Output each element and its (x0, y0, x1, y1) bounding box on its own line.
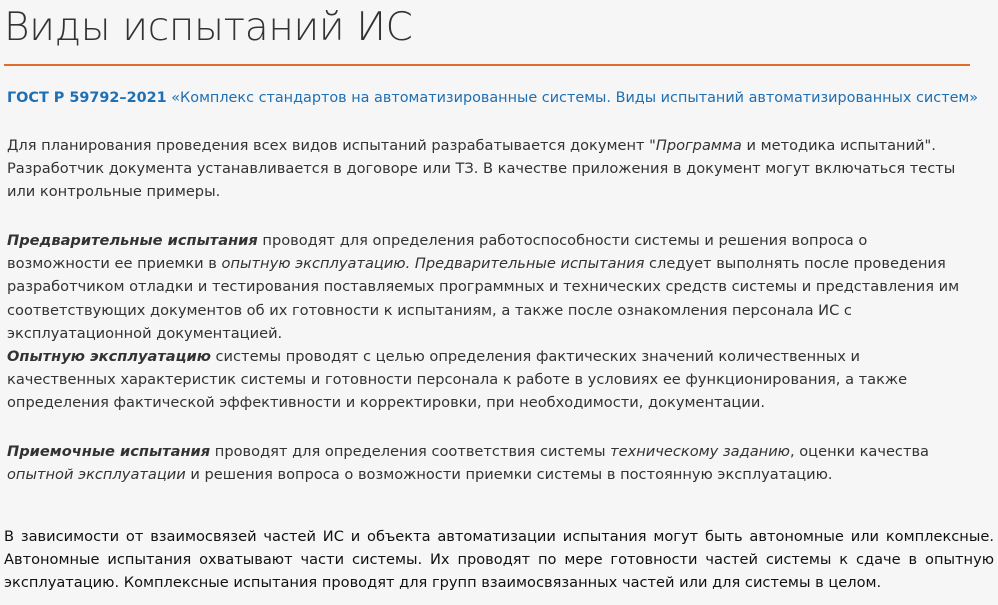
paragraph-autonomous-complex: В зависимости от взаимосвязей частей ИС … (4, 528, 994, 592)
paragraph-preliminary-tests: Предварительные испытания проводят для о… (7, 229, 969, 345)
gost-code[interactable]: ГОСТ Р 59792–2021 (7, 90, 167, 106)
gost-reference-link[interactable]: ГОСТ Р 59792–2021 «Комплекс стандартов н… (7, 87, 978, 110)
p4-text-a: проводят для определения соответствия си… (210, 443, 611, 460)
gost-name[interactable]: «Комплекс стандартов на автоматизированн… (171, 90, 978, 106)
paragraph-trial-operation: Опытную эксплуатацию системы проводят с … (7, 345, 969, 415)
paragraph-acceptance-tests: Приемочные испытания проводят для опреде… (7, 440, 969, 486)
term-preliminary-tests: Предварительные испытания (7, 232, 258, 249)
p4-italic-trial-operation: опытной эксплуатации (7, 466, 186, 484)
paragraph-program-methodology: Для планирования проведения всех видов и… (7, 134, 969, 204)
p1-text-a: Для планирования проведения всех видов и… (7, 137, 656, 154)
p4-text-c: , оценки качества (789, 443, 929, 460)
title-divider (4, 64, 970, 66)
term-trial-operation: Опытную эксплуатацию (7, 348, 211, 365)
term-acceptance-tests: Приемочные испытания (7, 443, 211, 460)
p2-italic-b: опытную эксплуатацию. Предварительные ис… (221, 255, 645, 273)
p4-text-e: и решения вопроса о возможности приемки … (185, 466, 833, 484)
p1-italic-program: Программа (655, 137, 742, 154)
p4-italic-technical-task: техническому заданию (610, 443, 790, 460)
page-title: Виды испытаний ИС (4, 5, 413, 50)
